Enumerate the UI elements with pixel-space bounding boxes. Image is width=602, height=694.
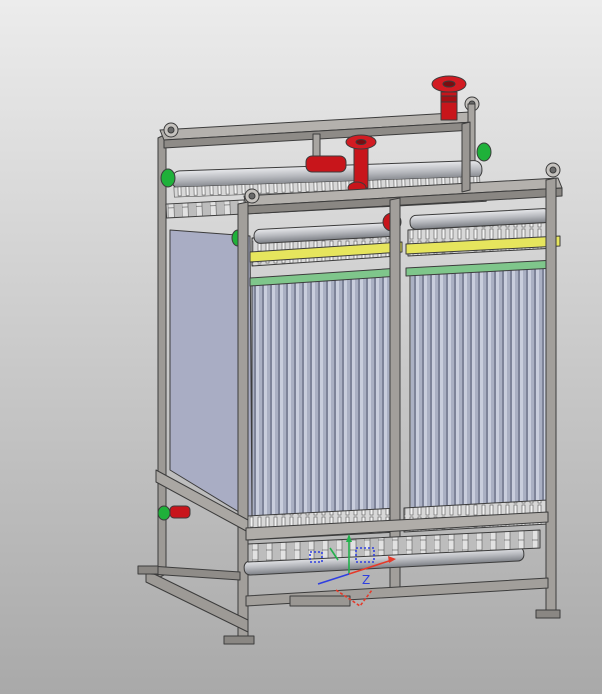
cad-3d-viewport[interactable]: Z [0, 0, 602, 694]
front-post-middle [389, 197, 401, 595]
fitting-right-top [476, 142, 492, 162]
rear-post-right [461, 121, 471, 193]
bottom-red-coupler [169, 505, 191, 519]
membrane-module-3d-model[interactable]: Z [0, 0, 602, 694]
fitting-bottom-left [157, 505, 171, 521]
triad-z-label: Z [362, 573, 370, 587]
front-post-right [545, 177, 557, 619]
fitting-left-top [160, 168, 176, 188]
